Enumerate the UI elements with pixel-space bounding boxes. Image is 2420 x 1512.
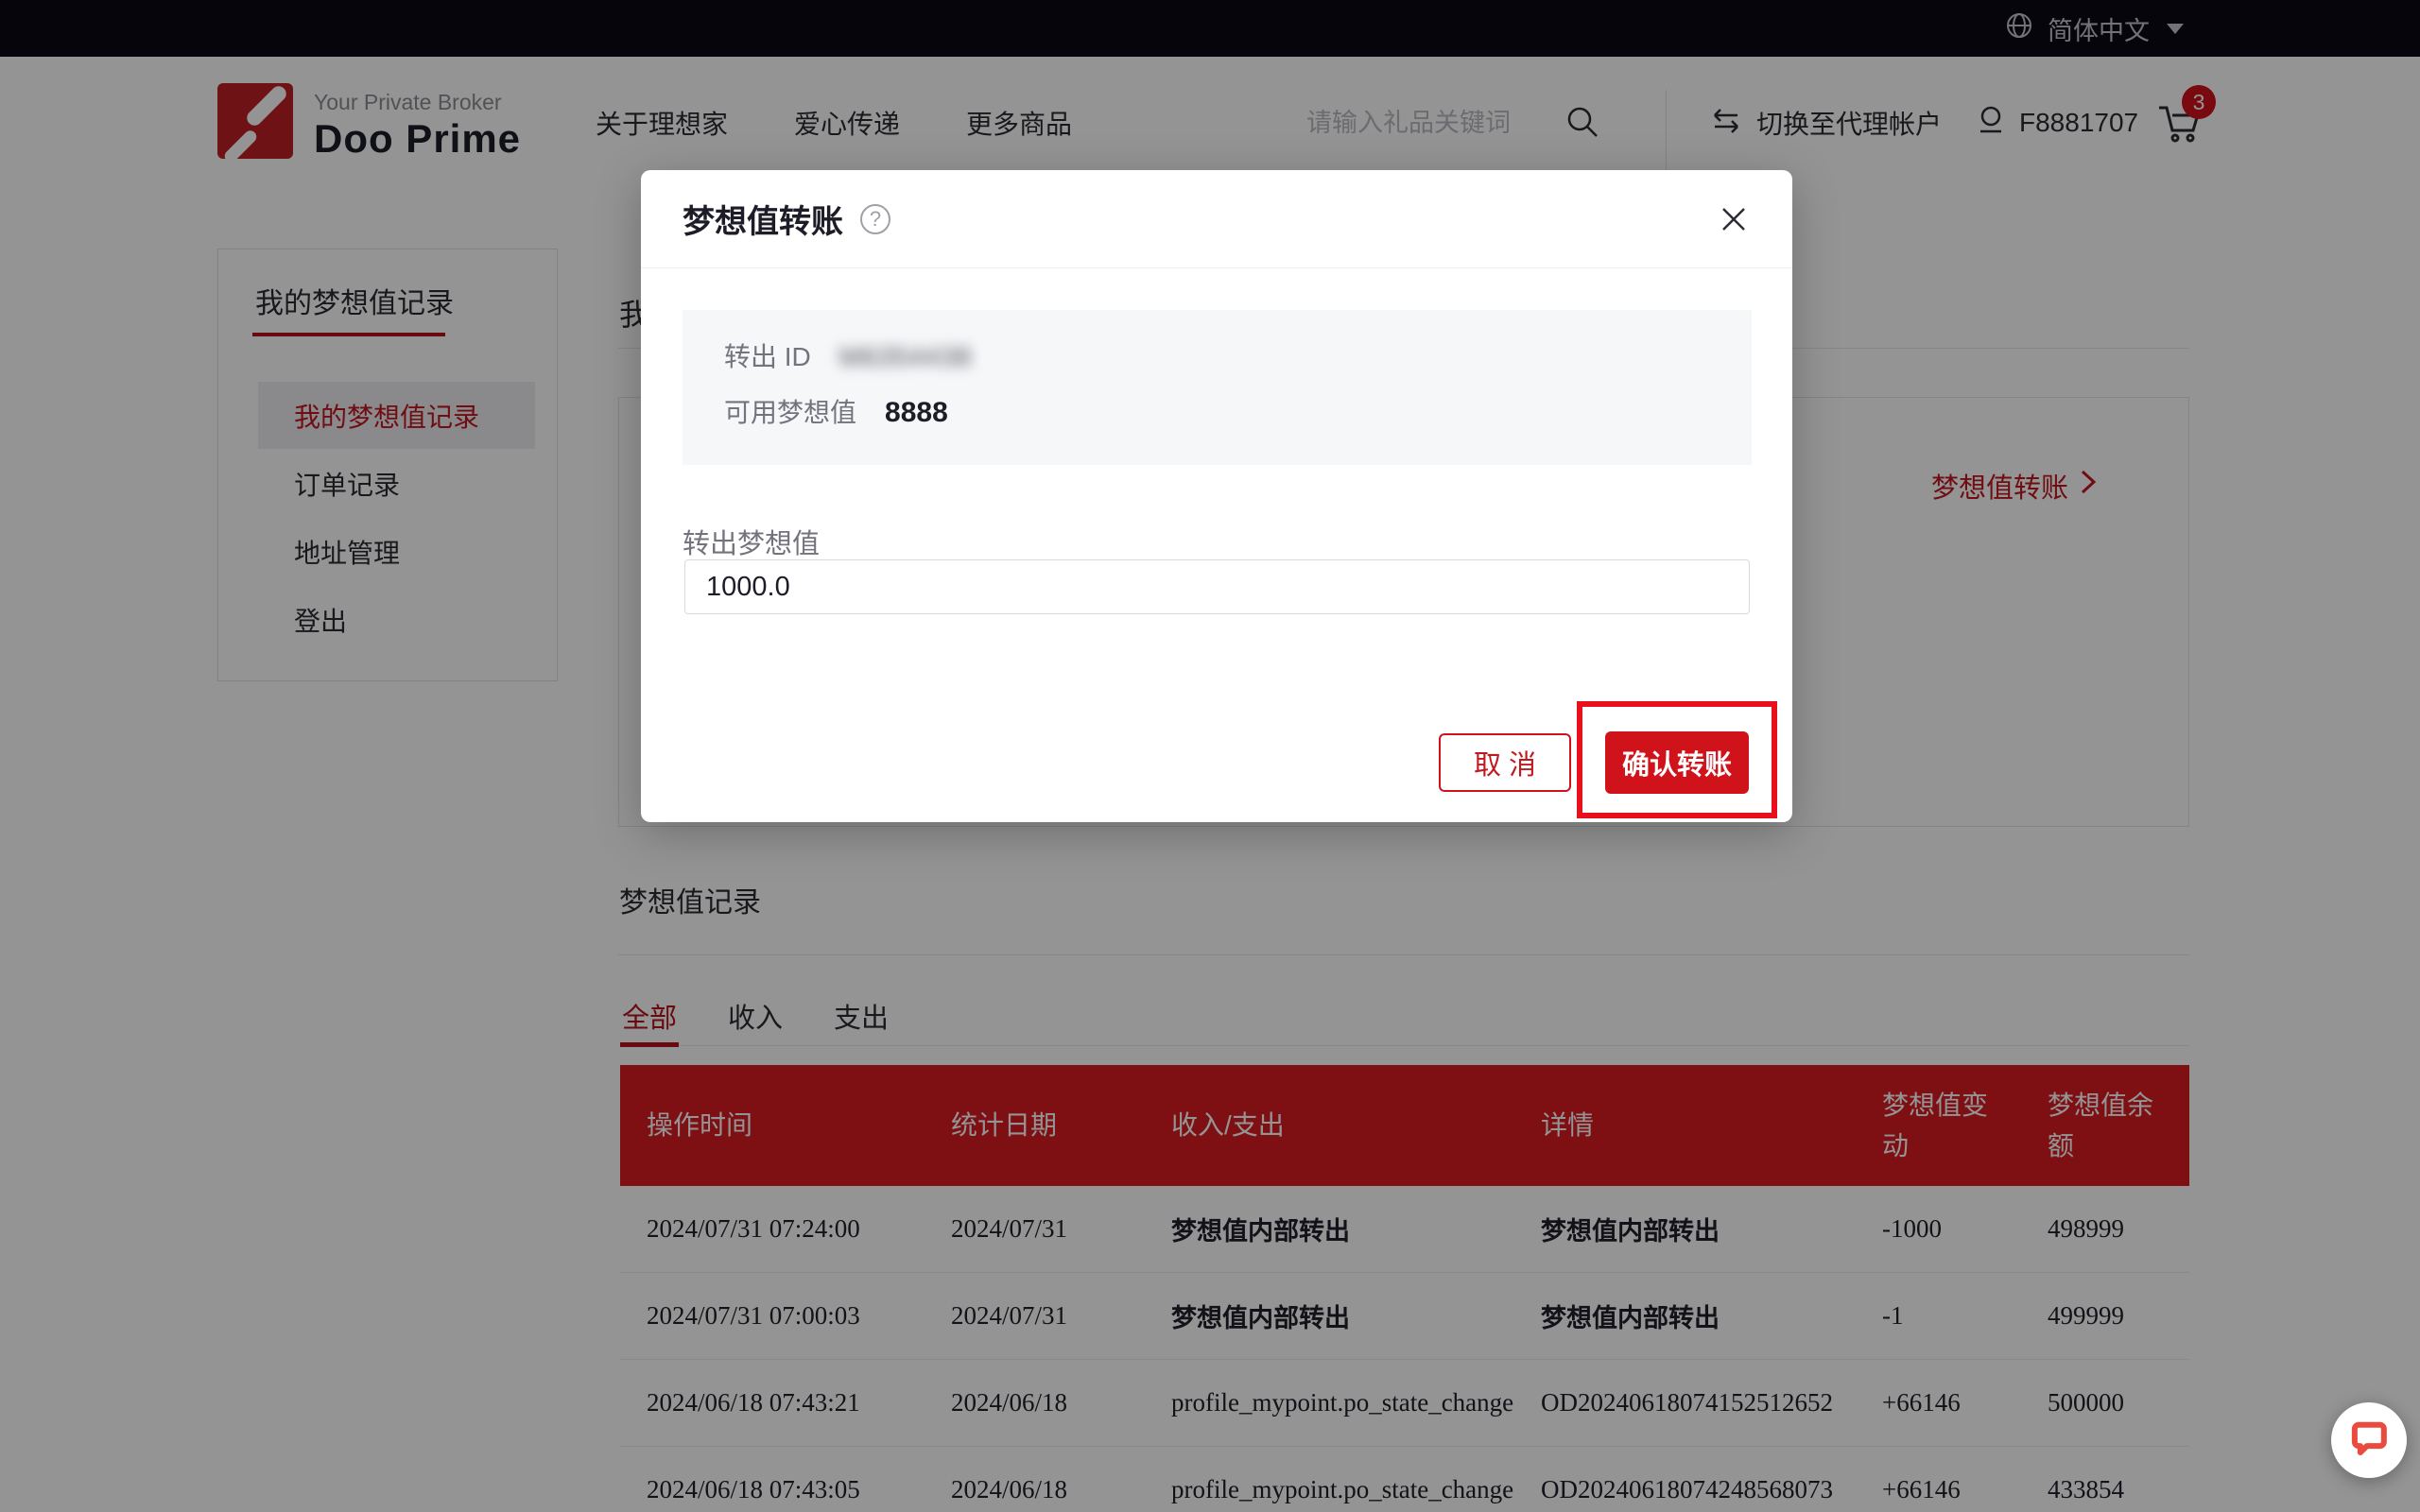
page: 简体中文 Your Private Broker Doo Prime 关于理想家…	[0, 0, 2420, 1512]
close-icon[interactable]	[1713, 198, 1754, 240]
cancel-button[interactable]: 取 消	[1439, 733, 1571, 792]
modal-title: 梦想值转账	[683, 196, 843, 242]
transfer-id-label: 转出 ID	[724, 344, 811, 370]
available-dream-value-label: 可用梦想值	[724, 400, 856, 426]
dream-value-transfer-modal: 梦想值转账 ? 转出 ID M6354438 可用梦想值 8888 转出梦想值 …	[641, 170, 1792, 822]
available-dream-value: 8888	[885, 399, 948, 427]
modal-header: 梦想值转账 ?	[641, 170, 1792, 268]
livechat-button[interactable]	[2331, 1402, 2407, 1478]
modal-footer: 取 消 确认转账	[1439, 731, 1749, 794]
help-icon[interactable]: ?	[860, 204, 890, 234]
transfer-amount-input[interactable]	[684, 559, 1750, 614]
transfer-amount-label: 转出梦想值	[683, 522, 820, 561]
chat-bubble-icon	[2348, 1418, 2390, 1464]
transfer-id-value: M6354438	[839, 344, 972, 370]
confirm-transfer-button[interactable]: 确认转账	[1605, 731, 1749, 794]
transfer-info-panel: 转出 ID M6354438 可用梦想值 8888	[683, 310, 1752, 465]
